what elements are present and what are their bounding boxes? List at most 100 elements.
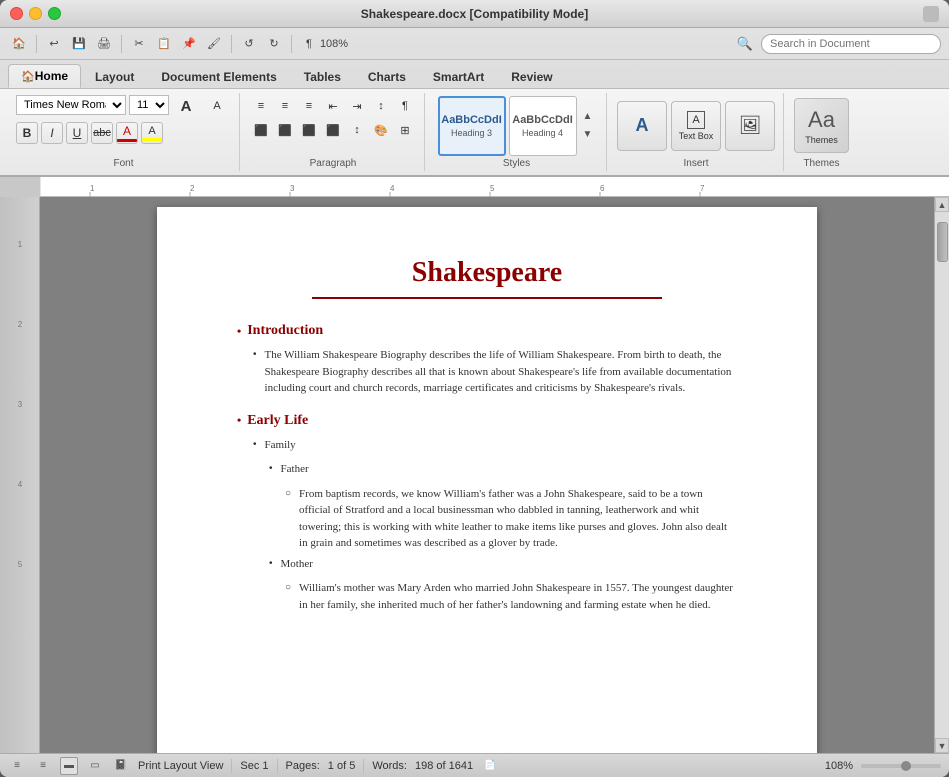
insert-group-content: A A Text Box 🖼 [617, 95, 775, 156]
section-label: Sec 1 [240, 760, 268, 772]
tab-charts[interactable]: Charts [355, 64, 419, 88]
decrease-font-icon[interactable]: A [203, 95, 231, 117]
shading-button[interactable]: 🎨 [370, 119, 392, 141]
toolbar-separator-4 [291, 35, 292, 53]
show-formatting-icon[interactable]: ¶ [298, 33, 320, 55]
tab-layout[interactable]: Layout [82, 64, 147, 88]
tab-review[interactable]: Review [498, 64, 565, 88]
style-heading4[interactable]: AaBbCcDdI Heading 4 [509, 96, 577, 156]
view-outline-icon[interactable]: ≡ [34, 757, 52, 775]
increase-font-icon[interactable]: A [172, 95, 200, 117]
line-spacing-button[interactable]: ↕ [346, 119, 368, 141]
themes-group: Aa Themes Themes [786, 93, 857, 171]
strikethrough-button[interactable]: abc [91, 122, 113, 144]
section-early-life: • Early Life [237, 413, 737, 429]
picture-button[interactable]: 🖼 [725, 101, 775, 151]
style-heading3[interactable]: AaBbCcDdI Heading 3 [438, 96, 506, 156]
align-left-button[interactable]: ⬛ [250, 119, 272, 141]
increase-indent-button[interactable]: ⇥ [346, 95, 368, 117]
decrease-indent-button[interactable]: ⇤ [322, 95, 344, 117]
family-item: • Family [237, 437, 737, 454]
align-center-button[interactable]: ⬛ [274, 119, 296, 141]
main-area: 1 2 3 4 5 Shakespeare • Introduction • [0, 197, 949, 753]
multilevel-list-button[interactable]: ≡ [298, 95, 320, 117]
font-size-select[interactable]: 11 [129, 95, 169, 115]
undo-icon[interactable]: ↩ [43, 33, 65, 55]
justify-button[interactable]: ⬛ [322, 119, 344, 141]
minimize-button[interactable] [29, 7, 42, 20]
sort-button[interactable]: ↕ [370, 95, 392, 117]
paragraph-group-label: Paragraph [310, 156, 357, 169]
show-para-button[interactable]: ¶ [394, 95, 416, 117]
styles-prev-arrow[interactable]: ▲ [580, 109, 596, 125]
zoom-slider[interactable] [861, 764, 941, 768]
list-bullet-button[interactable]: ≡ [250, 95, 272, 117]
maximize-button[interactable] [48, 7, 61, 20]
styles-arrows: ▲ ▼ [580, 109, 596, 143]
align-right-button[interactable]: ⬛ [298, 119, 320, 141]
insert-group-label: Insert [683, 156, 708, 169]
italic-button[interactable]: I [41, 122, 63, 144]
paste-icon[interactable]: 📌 [178, 33, 200, 55]
family-bullet-dot: • [253, 439, 257, 454]
father-desc-item: ○ From baptism records, we know William'… [237, 486, 737, 552]
borders-button[interactable]: ⊞ [394, 119, 416, 141]
bold-button[interactable]: B [16, 122, 38, 144]
tab-document-elements[interactable]: Document Elements [148, 64, 289, 88]
svg-text:2: 2 [17, 320, 22, 329]
zoom-slider-thumb[interactable] [901, 761, 911, 771]
document-area[interactable]: Shakespeare • Introduction • The William… [40, 197, 934, 753]
underline-button[interactable]: U [66, 122, 88, 144]
styles-next-arrow[interactable]: ▼ [580, 127, 596, 143]
home-icon[interactable]: 🏠 [8, 33, 30, 55]
svg-text:5: 5 [490, 184, 495, 193]
status-sep-2 [277, 759, 278, 773]
cut-icon[interactable]: ✂ [128, 33, 150, 55]
redo-icon[interactable]: ↻ [263, 33, 285, 55]
father-desc-text: From baptism records, we know William's … [299, 486, 737, 552]
save-icon[interactable]: 💾 [68, 33, 90, 55]
format-painter-icon[interactable]: 🖌 [203, 33, 225, 55]
status-sep-1 [231, 759, 232, 773]
scroll-down-arrow[interactable]: ▼ [935, 738, 949, 753]
tab-tables[interactable]: Tables [291, 64, 354, 88]
styles-group: AaBbCcDdI Heading 3 AaBbCcDdI Heading 4 … [427, 93, 607, 171]
undo2-icon[interactable]: ↺ [238, 33, 260, 55]
styles-gallery: AaBbCcDdI Heading 3 AaBbCcDdI Heading 4 … [438, 95, 596, 156]
list-number-button[interactable]: ≡ [274, 95, 296, 117]
font-group-label: Font [113, 156, 133, 169]
tab-smartart[interactable]: SmartArt [420, 64, 497, 88]
font-family-select[interactable]: Times New Roman [16, 95, 126, 115]
search-input[interactable] [761, 34, 941, 54]
home-tab-icon: 🏠 [21, 70, 35, 83]
svg-text:3: 3 [290, 184, 295, 193]
font-color-button[interactable]: A [116, 122, 138, 144]
text-format-icon[interactable]: A [617, 101, 667, 151]
tab-home[interactable]: 🏠 Home [8, 64, 81, 88]
view-draft-icon[interactable]: ≡ [8, 757, 26, 775]
zoom-level: 108% [825, 760, 853, 772]
copy-icon[interactable]: 📋 [153, 33, 175, 55]
scroll-up-arrow[interactable]: ▲ [935, 197, 949, 212]
zoom-icon[interactable]: 108% [323, 33, 345, 55]
vertical-ruler: 1 2 3 4 5 [0, 197, 40, 753]
view-layout-icon[interactable]: ▬ [60, 757, 78, 775]
view-web-icon[interactable]: ▭ [86, 757, 104, 775]
view-notebook-icon[interactable]: 📓 [112, 757, 130, 775]
document-icon[interactable]: 📄 [481, 757, 499, 775]
title-underline [312, 297, 662, 299]
intro-bullet: • [237, 324, 241, 339]
scroll-thumb[interactable] [937, 222, 948, 262]
status-bar: ≡ ≡ ▬ ▭ 📓 Print Layout View Sec 1 Pages:… [0, 753, 949, 777]
window-title: Shakespeare.docx [Compatibility Mode] [361, 7, 588, 21]
print-icon[interactable]: 🖨 [93, 33, 115, 55]
close-button[interactable] [10, 7, 23, 20]
style-heading3-label: Heading 3 [451, 128, 492, 138]
themes-button[interactable]: Aa Themes [794, 98, 849, 153]
textbox-button[interactable]: A Text Box [671, 101, 721, 151]
highlight-button[interactable]: A [141, 122, 163, 144]
toolbar-separator-3 [231, 35, 232, 53]
toolbar-area: 🏠 ↩ 💾 🖨 ✂ 📋 📌 🖌 ↺ ↻ ¶ 108% 🔍 🏠 [0, 28, 949, 177]
traffic-lights [10, 7, 61, 20]
vertical-ruler-marks: 1 2 3 4 5 [0, 197, 40, 697]
